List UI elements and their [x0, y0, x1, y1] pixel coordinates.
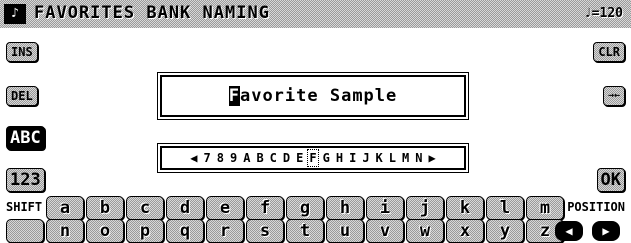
key-a[interactable]: a: [46, 196, 84, 220]
position-label: POSITION: [567, 200, 625, 214]
ok-button[interactable]: OK: [596, 168, 625, 192]
shift-label[interactable]: SHIFT: [6, 200, 42, 214]
key-label: q: [179, 221, 191, 241]
strip-char[interactable]: J: [362, 151, 369, 165]
key-q[interactable]: q: [166, 219, 204, 243]
key-label: h: [339, 198, 351, 218]
name-cursor: F: [228, 86, 240, 106]
title-bar: ♪ FAVORITES BANK NAMING ♩=120: [0, 0, 631, 28]
tempo-readout: ♩=120: [583, 6, 623, 21]
strip-char[interactable]: 9: [230, 151, 237, 165]
strip-char[interactable]: D: [283, 151, 290, 165]
clear-button[interactable]: CLR: [593, 42, 625, 62]
key-label: n: [59, 221, 71, 241]
strip-char[interactable]: C: [270, 151, 277, 165]
key-label: t: [299, 221, 311, 241]
key-g[interactable]: g: [286, 196, 324, 220]
strip-char[interactable]: K: [376, 151, 383, 165]
key-c[interactable]: c: [126, 196, 164, 220]
strip-char[interactable]: 7: [204, 151, 211, 165]
key-label: i: [379, 198, 391, 218]
key-p[interactable]: p: [126, 219, 164, 243]
key-m[interactable]: m: [526, 196, 564, 220]
key-label: f: [259, 198, 271, 218]
key-label: e: [219, 198, 231, 218]
key-label: b: [99, 198, 111, 218]
strip-right-arrow-icon[interactable]: ▶: [428, 151, 435, 165]
key-v[interactable]: v: [366, 219, 404, 243]
key-label: d: [179, 198, 191, 218]
key-label: o: [99, 221, 111, 241]
strip-char[interactable]: I: [349, 151, 356, 165]
key-w[interactable]: w: [406, 219, 444, 243]
key-u[interactable]: u: [326, 219, 364, 243]
key-f[interactable]: f: [246, 196, 284, 220]
strip-left-arrow-icon[interactable]: ◀: [190, 151, 197, 165]
key-label: g: [299, 198, 311, 218]
key-x[interactable]: x: [446, 219, 484, 243]
page-title: FAVORITES BANK NAMING: [34, 3, 270, 23]
key-label: m: [539, 198, 551, 218]
key-label: y: [499, 221, 511, 241]
position-left-button[interactable]: ◀: [555, 221, 583, 241]
strip-char[interactable]: 8: [217, 151, 224, 165]
key-label: z: [539, 221, 551, 241]
name-value: Favorite Sample: [162, 86, 464, 106]
key-label: w: [419, 221, 431, 241]
key-o[interactable]: o: [86, 219, 124, 243]
key-label: u: [339, 221, 351, 241]
key-label: a: [59, 198, 71, 218]
abc-mode-button[interactable]: ABC: [6, 126, 45, 150]
key-label: r: [219, 221, 231, 241]
strip-char[interactable]: B: [256, 151, 263, 165]
strip-char[interactable]: F: [307, 149, 319, 167]
character-selector[interactable]: ◀ 7 8 9 A B C D E F G H I J K L M N ▶: [157, 143, 469, 173]
key-label: x: [459, 221, 471, 241]
key-i[interactable]: i: [366, 196, 404, 220]
key-label: l: [499, 198, 511, 218]
key-n[interactable]: n: [46, 219, 84, 243]
key-t[interactable]: t: [286, 219, 324, 243]
strip-char[interactable]: L: [389, 151, 396, 165]
key-label: c: [139, 198, 151, 218]
key-label: j: [419, 198, 431, 218]
key-s[interactable]: s: [246, 219, 284, 243]
strip-char[interactable]: N: [415, 151, 422, 165]
key-e[interactable]: e: [206, 196, 244, 220]
strip-char[interactable]: E: [296, 151, 303, 165]
key-y[interactable]: y: [486, 219, 524, 243]
key-label: p: [139, 221, 151, 241]
key-label: s: [259, 221, 271, 241]
strip-char[interactable]: M: [402, 151, 409, 165]
bank-icon: ♪: [4, 4, 26, 24]
strip-char[interactable]: A: [243, 151, 250, 165]
key-label: v: [379, 221, 391, 241]
shift-key[interactable]: [6, 219, 44, 243]
key-label: k: [459, 198, 471, 218]
key-l[interactable]: l: [486, 196, 524, 220]
key-d[interactable]: d: [166, 196, 204, 220]
strip-char[interactable]: H: [336, 151, 343, 165]
delete-button[interactable]: DEL: [6, 86, 38, 106]
key-h[interactable]: h: [326, 196, 364, 220]
name-field[interactable]: Favorite Sample: [157, 72, 469, 120]
key-j[interactable]: j: [406, 196, 444, 220]
position-right-button[interactable]: ▶: [592, 221, 620, 241]
key-b[interactable]: b: [86, 196, 124, 220]
space-button[interactable]: →←: [602, 86, 625, 106]
number-mode-button[interactable]: 123: [6, 168, 45, 192]
strip-char[interactable]: G: [323, 151, 330, 165]
key-r[interactable]: r: [206, 219, 244, 243]
key-k[interactable]: k: [446, 196, 484, 220]
insert-button[interactable]: INS: [6, 42, 38, 62]
name-rest: avorite Sample: [239, 86, 398, 106]
